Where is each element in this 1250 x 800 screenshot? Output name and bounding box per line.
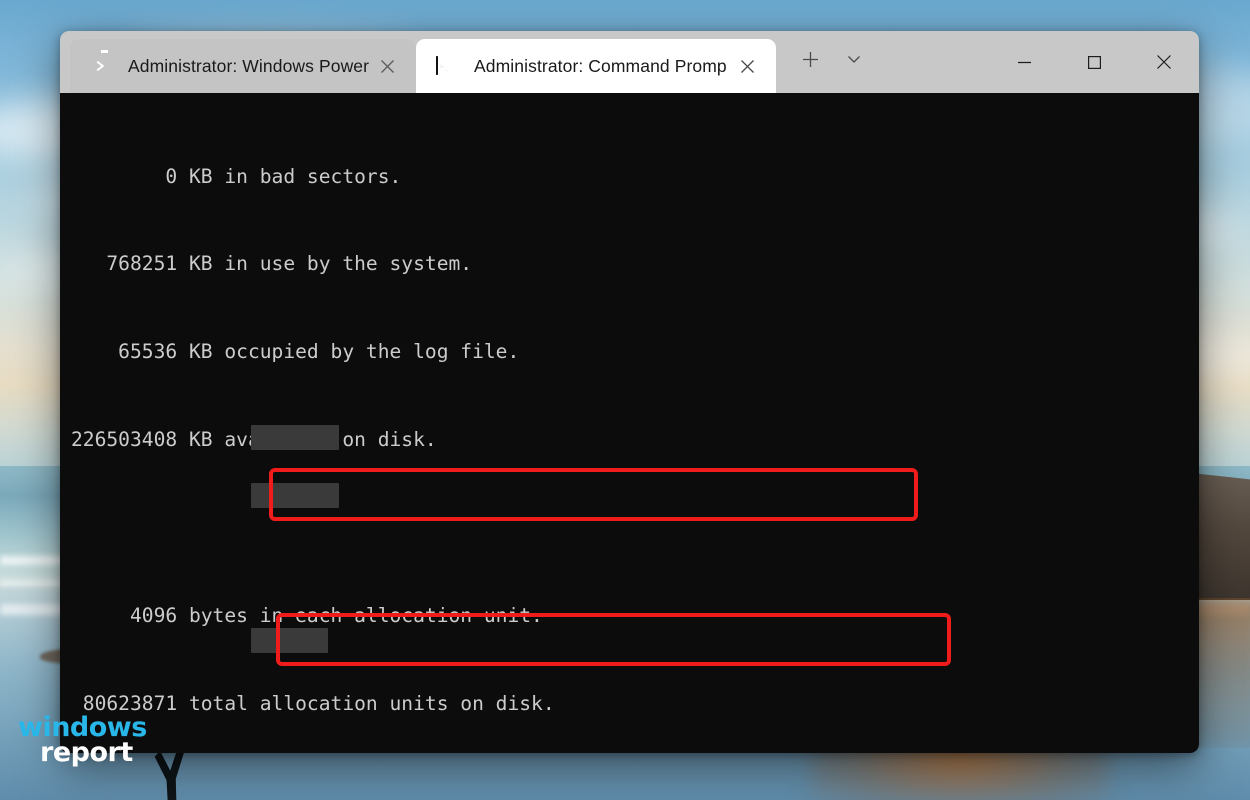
tab-powershell[interactable]: Administrator: Windows PowerS xyxy=(70,39,416,93)
terminal-output-area[interactable]: 0 KB in bad sectors. 768251 KB in use by… xyxy=(60,93,1199,753)
command-prompt-icon xyxy=(436,55,458,76)
powershell-icon xyxy=(90,57,112,76)
desktop-background: windows report Administrator: Windows Po… xyxy=(0,0,1250,800)
username-redaction-block xyxy=(251,628,328,653)
terminal-line: 4096 bytes in each allocation unit. xyxy=(71,604,543,628)
terminal-line: 768251 KB in use by the system. xyxy=(71,252,473,276)
new-tab-icon[interactable] xyxy=(788,39,832,79)
username-redaction-block xyxy=(251,425,339,450)
window-titlebar[interactable]: Administrator: Windows PowerS Administra… xyxy=(60,31,1199,93)
tab-command-prompt[interactable]: Administrator: Command Promp xyxy=(416,39,776,93)
titlebar-actions xyxy=(788,31,876,93)
tab-command-prompt-label: Administrator: Command Promp xyxy=(474,55,727,76)
chevron-down-icon[interactable] xyxy=(832,39,876,79)
terminal-line: 226503408 KB available on disk. xyxy=(71,428,437,452)
terminal-window: Administrator: Windows PowerS Administra… xyxy=(60,31,1199,753)
close-button[interactable] xyxy=(1129,31,1199,93)
terminal-line: 65536 KB occupied by the log file. xyxy=(71,340,520,364)
terminal-line: 0 KB in bad sectors. xyxy=(71,164,402,188)
terminal-line: 80623871 total allocation units on disk. xyxy=(71,691,555,715)
window-controls xyxy=(989,31,1199,93)
tab-strip: Administrator: Windows PowerS Administra… xyxy=(60,31,776,93)
maximize-button[interactable] xyxy=(1059,31,1129,93)
minimize-button[interactable] xyxy=(989,31,1059,93)
tab-command-prompt-close-icon[interactable] xyxy=(730,49,764,83)
tab-powershell-close-icon[interactable] xyxy=(370,49,404,83)
terminal-text-buffer: 0 KB in bad sectors. 768251 KB in use by… xyxy=(60,103,1199,753)
username-redaction-block xyxy=(251,483,339,508)
tab-powershell-label: Administrator: Windows PowerS xyxy=(128,55,370,76)
